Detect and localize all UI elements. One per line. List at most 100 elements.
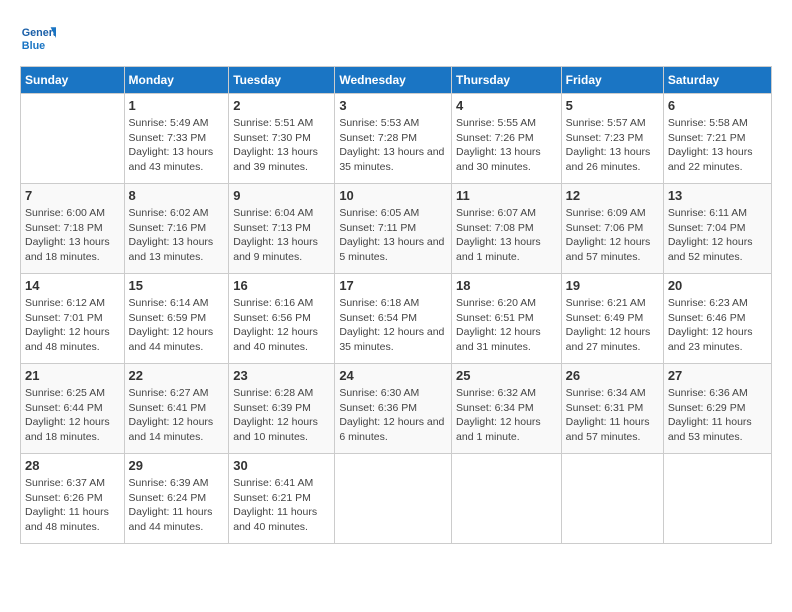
header-monday: Monday <box>124 67 229 94</box>
calendar-header-row: SundayMondayTuesdayWednesdayThursdayFrid… <box>21 67 772 94</box>
day-number: 9 <box>233 188 330 203</box>
calendar-cell: 9 Sunrise: 6:04 AMSunset: 7:13 PMDaylight… <box>229 184 335 274</box>
header-sunday: Sunday <box>21 67 125 94</box>
day-info: Sunrise: 6:02 AMSunset: 7:16 PMDaylight:… <box>129 206 225 265</box>
svg-text:Blue: Blue <box>22 40 45 52</box>
day-info: Sunrise: 5:55 AMSunset: 7:26 PMDaylight:… <box>456 116 557 175</box>
calendar-cell: 21 Sunrise: 6:25 AMSunset: 6:44 PMDayligh… <box>21 364 125 454</box>
day-number: 18 <box>456 278 557 293</box>
day-number: 27 <box>668 368 767 383</box>
day-info: Sunrise: 6:18 AMSunset: 6:54 PMDaylight:… <box>339 296 447 355</box>
calendar-cell <box>561 454 663 544</box>
day-info: Sunrise: 6:39 AMSunset: 6:24 PMDaylight:… <box>129 476 225 535</box>
calendar-week-row: 28Sunrise: 6:37 AMSunset: 6:26 PMDayligh… <box>21 454 772 544</box>
day-number: 30 <box>233 458 330 473</box>
header-tuesday: Tuesday <box>229 67 335 94</box>
day-info: Sunrise: 6:36 AMSunset: 6:29 PMDaylight:… <box>668 386 767 445</box>
day-number: 21 <box>25 368 120 383</box>
header-thursday: Thursday <box>452 67 562 94</box>
calendar-cell: 19Sunrise: 6:21 AMSunset: 6:49 PMDayligh… <box>561 274 663 364</box>
calendar-cell: 15Sunrise: 6:14 AMSunset: 6:59 PMDayligh… <box>124 274 229 364</box>
day-number: 2 <box>233 98 330 113</box>
calendar-cell: 3 Sunrise: 5:53 AMSunset: 7:28 PMDaylight… <box>335 94 452 184</box>
calendar-cell: 2 Sunrise: 5:51 AMSunset: 7:30 PMDaylight… <box>229 94 335 184</box>
day-info: Sunrise: 6:14 AMSunset: 6:59 PMDaylight:… <box>129 296 225 355</box>
day-info: Sunrise: 6:05 AMSunset: 7:11 PMDaylight:… <box>339 206 447 265</box>
day-info: Sunrise: 5:58 AMSunset: 7:21 PMDaylight:… <box>668 116 767 175</box>
day-info: Sunrise: 6:25 AMSunset: 6:44 PMDaylight:… <box>25 386 120 445</box>
day-number: 5 <box>566 98 659 113</box>
calendar-cell: 26Sunrise: 6:34 AMSunset: 6:31 PMDayligh… <box>561 364 663 454</box>
day-number: 20 <box>668 278 767 293</box>
calendar-cell: 16 Sunrise: 6:16 AMSunset: 6:56 PMDayligh… <box>229 274 335 364</box>
calendar-cell: 22 Sunrise: 6:27 AMSunset: 6:41 PMDayligh… <box>124 364 229 454</box>
calendar-week-row: 1 Sunrise: 5:49 AMSunset: 7:33 PMDaylight… <box>21 94 772 184</box>
calendar-cell: 8 Sunrise: 6:02 AMSunset: 7:16 PMDaylight… <box>124 184 229 274</box>
day-number: 10 <box>339 188 447 203</box>
calendar-cell: 17 Sunrise: 6:18 AMSunset: 6:54 PMDayligh… <box>335 274 452 364</box>
calendar-cell: 10 Sunrise: 6:05 AMSunset: 7:11 PMDayligh… <box>335 184 452 274</box>
day-info: Sunrise: 6:28 AMSunset: 6:39 PMDaylight:… <box>233 386 330 445</box>
calendar-week-row: 7Sunrise: 6:00 AMSunset: 7:18 PMDaylight… <box>21 184 772 274</box>
day-info: Sunrise: 5:51 AMSunset: 7:30 PMDaylight:… <box>233 116 330 175</box>
day-number: 25 <box>456 368 557 383</box>
calendar-cell: 25 Sunrise: 6:32 AMSunset: 6:34 PMDayligh… <box>452 364 562 454</box>
header-friday: Friday <box>561 67 663 94</box>
day-number: 13 <box>668 188 767 203</box>
day-info: Sunrise: 6:16 AMSunset: 6:56 PMDaylight:… <box>233 296 330 355</box>
day-number: 8 <box>129 188 225 203</box>
svg-text:General: General <box>22 27 56 39</box>
calendar-cell: 13 Sunrise: 6:11 AMSunset: 7:04 PMDayligh… <box>663 184 771 274</box>
calendar-cell <box>21 94 125 184</box>
calendar-cell <box>452 454 562 544</box>
day-number: 1 <box>129 98 225 113</box>
calendar-table: SundayMondayTuesdayWednesdayThursdayFrid… <box>20 66 772 544</box>
day-number: 11 <box>456 188 557 203</box>
day-info: Sunrise: 6:07 AMSunset: 7:08 PMDaylight:… <box>456 206 557 265</box>
day-number: 28 <box>25 458 120 473</box>
day-number: 19 <box>566 278 659 293</box>
calendar-cell: 24 Sunrise: 6:30 AMSunset: 6:36 PMDayligh… <box>335 364 452 454</box>
day-number: 14 <box>25 278 120 293</box>
calendar-cell <box>663 454 771 544</box>
day-info: Sunrise: 5:57 AMSunset: 7:23 PMDaylight:… <box>566 116 659 175</box>
calendar-cell: 6Sunrise: 5:58 AMSunset: 7:21 PMDaylight… <box>663 94 771 184</box>
day-number: 7 <box>25 188 120 203</box>
calendar-week-row: 21 Sunrise: 6:25 AMSunset: 6:44 PMDayligh… <box>21 364 772 454</box>
day-info: Sunrise: 6:27 AMSunset: 6:41 PMDaylight:… <box>129 386 225 445</box>
calendar-cell: 5 Sunrise: 5:57 AMSunset: 7:23 PMDaylight… <box>561 94 663 184</box>
day-number: 22 <box>129 368 225 383</box>
calendar-cell: 30 Sunrise: 6:41 AMSunset: 6:21 PMDayligh… <box>229 454 335 544</box>
day-info: Sunrise: 6:04 AMSunset: 7:13 PMDaylight:… <box>233 206 330 265</box>
day-number: 24 <box>339 368 447 383</box>
day-info: Sunrise: 6:11 AMSunset: 7:04 PMDaylight:… <box>668 206 767 265</box>
day-number: 3 <box>339 98 447 113</box>
day-number: 12 <box>566 188 659 203</box>
day-info: Sunrise: 5:53 AMSunset: 7:28 PMDaylight:… <box>339 116 447 175</box>
day-info: Sunrise: 6:09 AMSunset: 7:06 PMDaylight:… <box>566 206 659 265</box>
day-number: 23 <box>233 368 330 383</box>
calendar-cell: 7Sunrise: 6:00 AMSunset: 7:18 PMDaylight… <box>21 184 125 274</box>
header-saturday: Saturday <box>663 67 771 94</box>
calendar-week-row: 14 Sunrise: 6:12 AMSunset: 7:01 PMDayligh… <box>21 274 772 364</box>
calendar-cell: 11 Sunrise: 6:07 AMSunset: 7:08 PMDayligh… <box>452 184 562 274</box>
logo: General Blue <box>20 20 60 56</box>
day-info: Sunrise: 5:49 AMSunset: 7:33 PMDaylight:… <box>129 116 225 175</box>
calendar-cell: 4 Sunrise: 5:55 AMSunset: 7:26 PMDaylight… <box>452 94 562 184</box>
day-number: 17 <box>339 278 447 293</box>
calendar-cell: 20 Sunrise: 6:23 AMSunset: 6:46 PMDayligh… <box>663 274 771 364</box>
day-info: Sunrise: 6:12 AMSunset: 7:01 PMDaylight:… <box>25 296 120 355</box>
calendar-cell: 18Sunrise: 6:20 AMSunset: 6:51 PMDayligh… <box>452 274 562 364</box>
day-info: Sunrise: 6:41 AMSunset: 6:21 PMDaylight:… <box>233 476 330 535</box>
day-number: 16 <box>233 278 330 293</box>
day-number: 4 <box>456 98 557 113</box>
day-info: Sunrise: 6:30 AMSunset: 6:36 PMDaylight:… <box>339 386 447 445</box>
calendar-cell: 29Sunrise: 6:39 AMSunset: 6:24 PMDayligh… <box>124 454 229 544</box>
day-number: 26 <box>566 368 659 383</box>
page-header: General Blue <box>20 20 772 56</box>
day-info: Sunrise: 6:23 AMSunset: 6:46 PMDaylight:… <box>668 296 767 355</box>
calendar-cell: 14 Sunrise: 6:12 AMSunset: 7:01 PMDayligh… <box>21 274 125 364</box>
day-info: Sunrise: 6:32 AMSunset: 6:34 PMDaylight:… <box>456 386 557 445</box>
calendar-cell: 27 Sunrise: 6:36 AMSunset: 6:29 PMDayligh… <box>663 364 771 454</box>
calendar-cell: 1 Sunrise: 5:49 AMSunset: 7:33 PMDaylight… <box>124 94 229 184</box>
